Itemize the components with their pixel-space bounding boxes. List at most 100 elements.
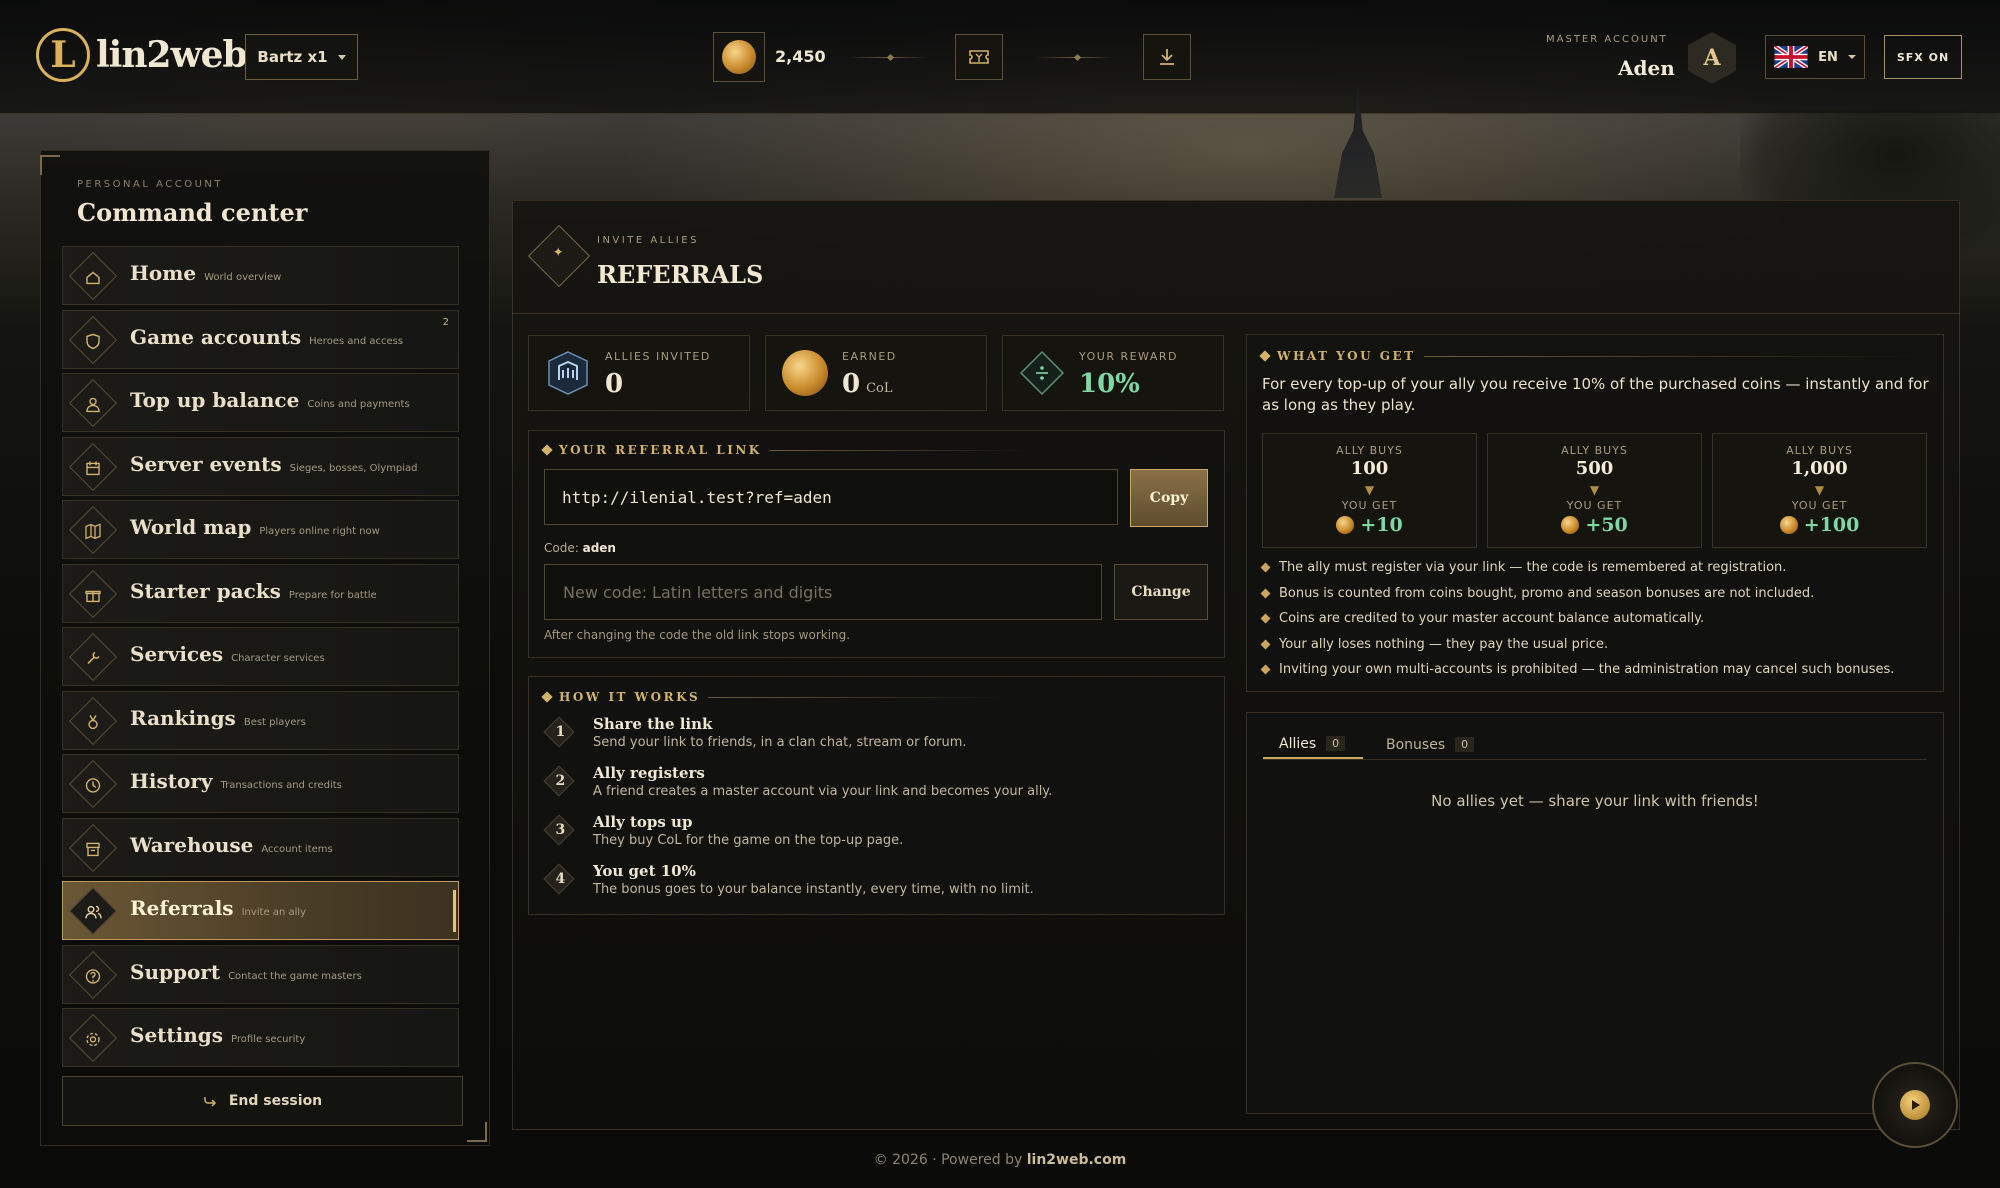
divider xyxy=(769,449,1030,451)
referral-link-heading: YOUR REFERRAL LINK xyxy=(541,443,1030,457)
footer-link[interactable]: lin2web.com xyxy=(1027,1152,1127,1168)
new-code-input[interactable] xyxy=(544,564,1102,620)
step-number: 4 xyxy=(555,871,566,887)
tab-bonuses[interactable]: Bonuses 0 xyxy=(1386,730,1486,759)
sidebar-item-subtitle: Transactions and credits xyxy=(220,780,342,791)
diamond-bullet-icon xyxy=(1260,562,1271,573)
sidebar-item-starter-packs[interactable]: Starter packs Prepare for battle xyxy=(62,563,459,623)
sidebar-item-warehouse[interactable]: Warehouse Account items xyxy=(62,817,459,877)
sidebar-item-label: Referrals xyxy=(130,896,234,920)
server-select[interactable]: Bartz x1 xyxy=(245,34,358,80)
step-title: Share the link xyxy=(593,715,713,733)
coin-balance-icon[interactable] xyxy=(713,32,765,82)
diamond-bullet-icon xyxy=(1260,639,1271,649)
allies-bonuses-card xyxy=(1246,712,1944,1114)
step-number-badge: 4 xyxy=(543,863,575,895)
gear-icon xyxy=(86,1032,100,1047)
sidebar-item-rankings[interactable]: Rankings Best players xyxy=(62,690,459,750)
tab-count-badge: 0 xyxy=(1326,736,1346,751)
sidebar-item-top-up-balance[interactable]: Top up balance Coins and payments xyxy=(62,373,459,432)
stat-value: 0 xyxy=(605,369,624,399)
nav-icon-frame xyxy=(68,632,118,682)
step-number: 2 xyxy=(555,773,566,789)
divider xyxy=(512,313,1960,314)
stat-your-reward: YOUR REWARD 10% xyxy=(1002,335,1224,411)
rule-text: Bonus is counted from coins bought, prom… xyxy=(1279,585,1815,601)
change-code-button[interactable]: Change xyxy=(1114,564,1208,620)
sidebar-item-services[interactable]: Services Character services xyxy=(62,627,459,686)
rule-item: Your ally loses nothing — they pay the u… xyxy=(1260,637,1608,652)
corner-ornament xyxy=(40,155,60,175)
chevron-down-icon xyxy=(1847,55,1856,59)
corner-ornament xyxy=(467,1122,487,1142)
divider xyxy=(1263,759,1927,760)
stat-allies-invited: ALLIES INVITED 0 xyxy=(528,335,750,411)
sidebar-item-subtitle: Coins and payments xyxy=(307,399,410,410)
rule-item: Inviting your own multi-accounts is proh… xyxy=(1260,662,1894,677)
copy-button[interactable]: Copy xyxy=(1130,469,1208,527)
nav-icon-frame xyxy=(68,886,118,936)
logo[interactable]: L lin2web xyxy=(36,28,248,82)
help-icon xyxy=(85,968,101,984)
sidebar-item-label: Support xyxy=(130,959,221,984)
tab-allies[interactable]: Allies 0 xyxy=(1263,730,1363,759)
coin-icon xyxy=(1336,516,1355,534)
arrow-down-icon: ▼ xyxy=(1814,483,1825,497)
sidebar-item-settings[interactable]: Settings Profile security xyxy=(62,1008,459,1067)
step-title: You get 10% xyxy=(593,862,696,880)
reward-tier: ALLY BUYS 1,000 ▼ YOU GET +100 xyxy=(1712,433,1927,548)
rule-text: Coins are credited to your master accoun… xyxy=(1279,611,1705,626)
sidebar-item-history[interactable]: History Transactions and credits xyxy=(62,754,459,813)
coin-icon xyxy=(782,350,828,396)
box-icon xyxy=(86,842,100,856)
banner-icon xyxy=(548,351,588,395)
step-number: 3 xyxy=(555,822,566,838)
nav-icon-frame xyxy=(68,759,118,809)
tier-buys-amount: 100 xyxy=(1350,458,1389,479)
sidebar-item-home[interactable]: Home World overview xyxy=(62,246,459,305)
diamond-bullet-icon xyxy=(1260,664,1271,675)
end-session-button[interactable]: End session xyxy=(62,1076,463,1126)
uk-flag-icon xyxy=(1774,46,1809,68)
sidebar-item-game-accounts[interactable]: Game accounts Heroes and access 2 xyxy=(62,309,459,369)
stat-value: 0 xyxy=(842,369,861,399)
divider xyxy=(1035,57,1115,58)
ticket-icon[interactable] xyxy=(955,34,1003,80)
sidebar-item-server-events[interactable]: Server events Sieges, bosses, Olympiad xyxy=(62,436,459,496)
divider xyxy=(708,696,1009,698)
nav-icon-frame xyxy=(68,505,118,555)
code-value: aden xyxy=(582,541,616,555)
sidebar-item-label: Settings xyxy=(130,1023,224,1047)
sidebar-item-label: Rankings xyxy=(130,705,236,730)
step-title: Ally tops up xyxy=(593,813,693,831)
sidebar-item-label: Services xyxy=(130,642,224,666)
sidebar-item-label: Starter packs xyxy=(130,578,281,603)
sidebar-item-referrals[interactable]: Referrals Invite an ally xyxy=(62,881,459,940)
sidebar-item-label: Home xyxy=(130,261,197,285)
step-item: 3 Ally tops up They buy CoL for the game o… xyxy=(543,813,1234,859)
rule-item: The ally must register via your link — t… xyxy=(1260,560,1786,575)
nav-icon-frame xyxy=(68,251,118,301)
music-player-button[interactable] xyxy=(1872,1062,1958,1148)
gift-icon xyxy=(85,590,101,602)
download-icon[interactable] xyxy=(1143,34,1191,80)
map-icon xyxy=(85,523,101,540)
tier-get-label: YOU GET xyxy=(1566,499,1623,512)
what-you-get-intro: For every top-up of your ally you receiv… xyxy=(1262,375,1929,414)
sidebar-item-label: World map xyxy=(130,515,252,539)
master-account-label: MASTER ACCOUNT xyxy=(1546,34,1668,45)
stat-earned: EARNED 0 CoL xyxy=(765,335,987,411)
step-description: They buy CoL for the game on the top-up … xyxy=(593,833,904,848)
tier-buys-label: ALLY BUYS xyxy=(1786,444,1853,457)
language-select[interactable]: EN xyxy=(1765,35,1865,79)
diamond-bullet-icon xyxy=(1260,588,1271,598)
sidebar-item-world-map[interactable]: World map Players online right now xyxy=(62,500,459,559)
tier-get-amount: +10 xyxy=(1360,514,1403,536)
nav-icon-frame xyxy=(68,823,118,872)
percent-icon xyxy=(1019,350,1065,396)
referral-link-field[interactable]: http://ilenial.test?ref=aden xyxy=(544,469,1118,525)
sidebar-item-support[interactable]: Support Contact the game masters xyxy=(62,944,459,1004)
coin-bag-icon xyxy=(86,397,100,413)
sfx-toggle-button[interactable]: SFX ON xyxy=(1884,35,1962,79)
sidebar-item-label: Top up balance xyxy=(130,388,300,412)
